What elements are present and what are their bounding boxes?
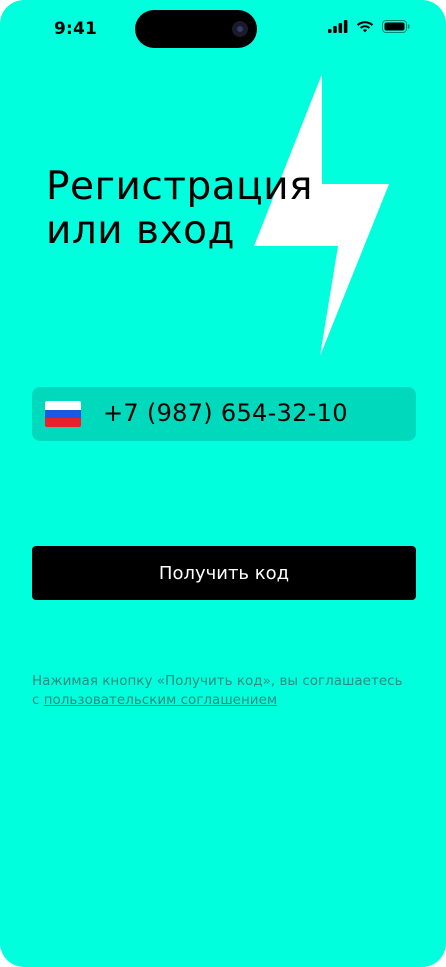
- status-icons: [328, 20, 410, 33]
- app-screen: 9:41 Регистрация или вход +7 (987) 654-3…: [0, 0, 446, 967]
- agreement-notice: Нажимая кнопку «Получить код», вы соглаш…: [32, 673, 403, 689]
- agreement-text: Нажимая кнопку «Получить код», вы соглаш…: [32, 672, 422, 710]
- phone-input[interactable]: +7 (987) 654-32-10: [32, 387, 416, 441]
- status-bar: 9:41: [0, 0, 446, 60]
- camera-icon: [232, 21, 248, 37]
- user-agreement-link[interactable]: пользовательским соглашением: [44, 692, 277, 708]
- wifi-icon: [356, 21, 374, 33]
- title-line-2: или вход: [46, 208, 235, 253]
- battery-icon: [382, 20, 410, 33]
- get-code-button[interactable]: Получить код: [32, 546, 416, 600]
- agreement-prefix: с: [32, 692, 44, 708]
- status-time: 9:41: [54, 19, 98, 39]
- title-line-1: Регистрация: [46, 164, 314, 209]
- cellular-signal-icon: [328, 20, 348, 33]
- russia-flag-icon[interactable]: [45, 401, 81, 427]
- dynamic-island: [135, 10, 257, 48]
- page-title: Регистрация или вход: [46, 165, 313, 253]
- phone-number-value[interactable]: +7 (987) 654-32-10: [103, 399, 348, 427]
